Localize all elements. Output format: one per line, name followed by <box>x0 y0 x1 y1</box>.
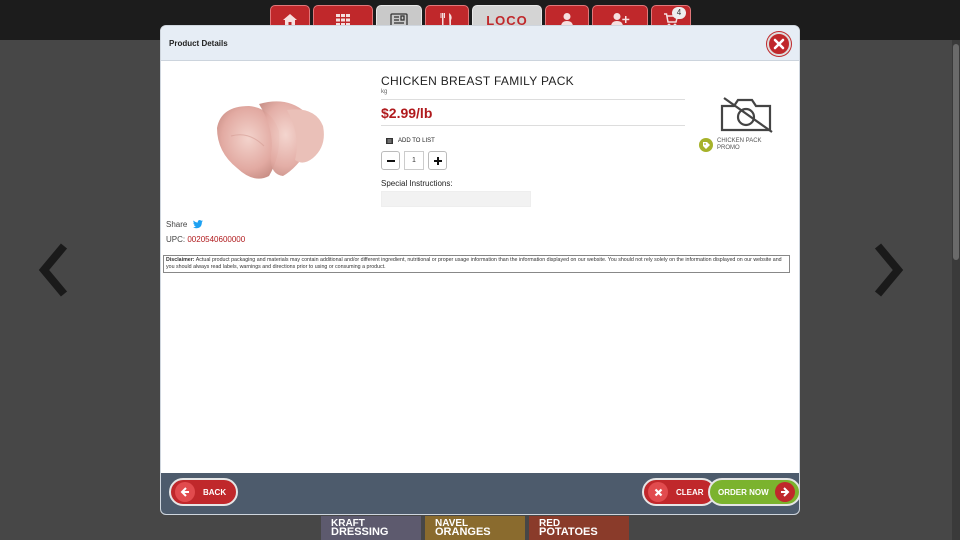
share-row: Share <box>166 220 204 229</box>
upc-value: 0020540600000 <box>187 235 246 244</box>
previous-product-arrow-icon[interactable] <box>36 240 72 300</box>
decrease-quantity-button[interactable] <box>381 151 400 170</box>
back-button[interactable]: BACK <box>169 478 239 506</box>
modal-footer: BACK CLEAR ORDER NOW <box>161 473 799 514</box>
modal-title: Product Details <box>169 39 228 48</box>
upc-row: UPC: 0020540600000 <box>166 235 245 244</box>
upc-label: UPC: <box>166 235 186 244</box>
promo-tag[interactable]: CHICKEN PACK PROMO <box>699 138 777 152</box>
promo-line2: DRESSING <box>331 526 389 538</box>
product-details-modal: Product Details CHICKEN BREAST FAMILY PA… <box>160 25 800 515</box>
back-label: BACK <box>203 487 227 497</box>
cart-count-badge: 4 <box>672 7 686 19</box>
add-to-list-button[interactable]: ADD TO LIST <box>386 138 685 144</box>
product-info: CHICKEN BREAST FAMILY PACK kg $2.99/lb A… <box>381 74 685 207</box>
promo-line2: POTATOES <box>539 526 598 538</box>
disclaimer: Disclaimer: Actual product packaging and… <box>163 255 790 273</box>
add-to-list-label: ADD TO LIST <box>398 138 435 144</box>
product-unit: kg <box>381 89 388 95</box>
divider <box>381 99 685 100</box>
clear-x-icon <box>648 482 668 502</box>
plus-icon <box>433 157 442 165</box>
back-arrow-icon <box>175 482 195 502</box>
modal-header: Product Details <box>161 26 799 61</box>
clear-label: CLEAR <box>676 487 704 497</box>
page-scrollbar-thumb[interactable] <box>953 44 959 260</box>
list-icon <box>386 138 393 144</box>
product-price: $2.99/lb <box>381 105 433 121</box>
next-product-arrow-icon[interactable] <box>870 240 906 300</box>
twitter-icon[interactable] <box>193 220 204 229</box>
promo-tag-label: CHICKEN PACK PROMO <box>717 138 762 151</box>
no-photo-icon <box>720 97 773 133</box>
divider <box>381 125 685 126</box>
promo-tile[interactable]: KRAFT DRESSING <box>321 516 421 540</box>
order-arrow-icon <box>774 482 795 502</box>
quantity-input[interactable]: 1 <box>404 151 424 170</box>
product-image <box>217 101 324 179</box>
promo-line2: ORANGES <box>435 526 491 538</box>
share-label: Share <box>166 220 188 229</box>
special-instructions-label: Special Instructions: <box>381 179 453 188</box>
promo-tile[interactable]: NAVEL ORANGES <box>425 516 525 540</box>
disclaimer-text: Actual product packaging and materials m… <box>166 257 782 270</box>
clear-button[interactable]: CLEAR <box>642 478 716 506</box>
product-name: CHICKEN BREAST FAMILY PACK <box>381 74 574 88</box>
promo-tile[interactable]: RED POTATOES <box>529 516 629 540</box>
close-button[interactable] <box>767 32 791 56</box>
minus-icon <box>386 160 395 162</box>
disclaimer-label: Disclaimer: <box>166 257 195 263</box>
order-now-button[interactable]: ORDER NOW <box>708 478 799 506</box>
increase-quantity-button[interactable] <box>428 151 447 170</box>
special-instructions-input[interactable] <box>381 191 531 207</box>
close-icon <box>773 38 785 50</box>
tag-icon <box>699 138 713 152</box>
background-promo-strip: KRAFT DRESSING NAVEL ORANGES RED POTATOES <box>321 516 629 540</box>
order-now-label: ORDER NOW <box>718 487 769 497</box>
quantity-stepper: 1 <box>381 151 685 170</box>
